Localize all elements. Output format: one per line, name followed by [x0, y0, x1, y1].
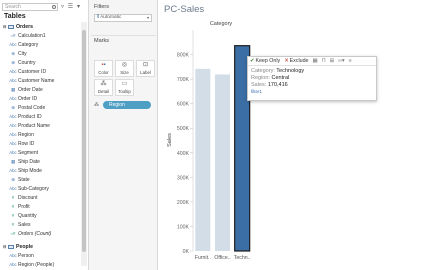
keep-only-button[interactable]: ✔ Keep Only	[250, 58, 280, 64]
y-tick-label: 700K	[177, 77, 190, 83]
y-tick-label: 100K	[177, 224, 190, 230]
tooltip-row-category: Category: Technology	[251, 68, 373, 75]
exclude-button[interactable]: ✕ Exclude	[284, 58, 308, 64]
x-tick-label: Office..	[214, 255, 230, 261]
tooltip-value: Central	[271, 75, 290, 81]
tooltip-key: Category:	[251, 68, 275, 74]
close-icon: ✕	[284, 58, 289, 64]
tooltip-actions: ✔ Keep Only ✕ Exclude ▦ ⊓ ⊞ ∞▾ ≡	[248, 57, 376, 66]
x-tick-label: Techn..	[234, 255, 251, 261]
column-header: Category	[210, 21, 233, 27]
tooltip-value: 170,416	[267, 82, 288, 88]
tooltip-row-sales: Sales: 170,416	[251, 82, 373, 89]
y-axis-title: Sales	[167, 133, 173, 147]
tooltip-popup: ✔ Keep Only ✕ Exclude ▦ ⊓ ⊞ ∞▾ ≡ Categor…	[247, 56, 377, 101]
group-members-icon[interactable]: ▦	[313, 58, 318, 64]
y-tick-label: 500K	[177, 126, 190, 132]
tooltip-body: Category: Technology Region: Central Sal…	[248, 66, 376, 97]
menu-icon[interactable]: ≡	[349, 58, 352, 64]
bar-2[interactable]	[215, 74, 230, 251]
check-icon: ✔	[250, 58, 255, 64]
y-tick-label: 600K	[177, 102, 190, 108]
bar-1[interactable]	[195, 68, 211, 251]
set-icon[interactable]: ∞▾	[338, 58, 344, 64]
y-tick-label: 800K	[177, 53, 190, 59]
x-tick-label: Furnit..	[195, 255, 211, 261]
tooltip-key: Region:	[251, 75, 270, 81]
keep-only-label: Keep Only	[255, 58, 281, 64]
y-tick-label: 200K	[177, 200, 190, 206]
y-tick-label: 300K	[177, 175, 190, 181]
y-tick-label: 400K	[177, 151, 190, 157]
tooltip-key: Sales:	[251, 82, 267, 88]
bar-chart: Category 0K 100K 200K 300K 400K 500K 600K 700K 80…	[167, 21, 251, 261]
view-data-icon[interactable]: ⊞	[330, 58, 334, 64]
tooltip-value: Technology	[276, 68, 305, 74]
pin-icon[interactable]: ⊓	[322, 58, 326, 64]
y-tick-label: 0K	[183, 249, 190, 255]
exclude-label: Exclude	[289, 58, 309, 64]
tooltip-footer-link[interactable]: filter1	[251, 89, 373, 95]
tooltip-row-region: Region: Central	[251, 75, 373, 82]
